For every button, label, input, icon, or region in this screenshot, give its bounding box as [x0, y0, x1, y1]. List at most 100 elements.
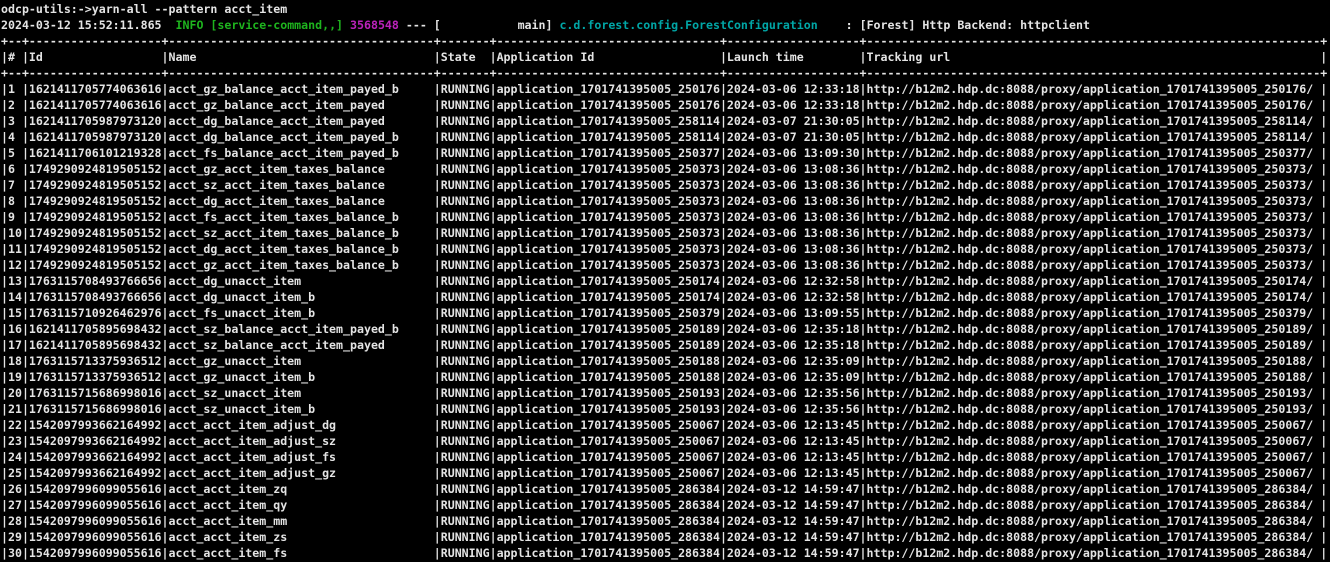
table-row-end: | — [1313, 98, 1327, 112]
table-row-cells: |19|1763115713375936512|acct_gz_unacct_i… — [1, 370, 867, 384]
tracking-url-link[interactable]: http://b12m2.hdp.dc:8088/proxy/applicati… — [867, 418, 1314, 432]
tracking-url-link[interactable]: http://b12m2.hdp.dc:8088/proxy/applicati… — [867, 402, 1314, 416]
table-row-cells: |8 |1749290924819505152|acct_dg_acct_ite… — [1, 194, 867, 208]
table-row-cells: |17|1621411705895698432|acct_sz_balance_… — [1, 338, 867, 352]
log-segment-green: INFO — [176, 18, 204, 32]
table-row-cells: |23|1542097993662164992|acct_acct_item_a… — [1, 434, 867, 448]
table-row: |7 |1749290924819505152|acct_sz_acct_ite… — [1, 177, 1330, 193]
table-row-cells: |28|1542097996099055616|acct_acct_item_m… — [1, 514, 867, 528]
table-row-end: | — [1313, 338, 1327, 352]
tracking-url-link[interactable]: http://b12m2.hdp.dc:8088/proxy/applicati… — [867, 194, 1314, 208]
tracking-url-link[interactable]: http://b12m2.hdp.dc:8088/proxy/applicati… — [867, 274, 1314, 288]
tracking-url-link[interactable]: http://b12m2.hdp.dc:8088/proxy/applicati… — [867, 258, 1314, 272]
tracking-url-link[interactable]: http://b12m2.hdp.dc:8088/proxy/applicati… — [867, 434, 1314, 448]
table-row-cells: |20|1763115715686998016|acct_sz_unacct_i… — [1, 386, 867, 400]
tracking-url-link[interactable]: http://b12m2.hdp.dc:8088/proxy/applicati… — [867, 178, 1314, 192]
table-row: |17|1621411705895698432|acct_sz_balance_… — [1, 337, 1330, 353]
table-row: |21|1763115715686998016|acct_sz_unacct_i… — [1, 401, 1330, 417]
table-row: |8 |1749290924819505152|acct_dg_acct_ite… — [1, 193, 1330, 209]
table-row-end: | — [1313, 210, 1327, 224]
log-segment-fg: 2024-03-12 15:52:11.865 — [1, 18, 176, 32]
table-row: |4 |1621411705987973120|acct_dg_balance_… — [1, 129, 1330, 145]
tracking-url-link[interactable]: http://b12m2.hdp.dc:8088/proxy/applicati… — [867, 322, 1314, 336]
log-segment-fg — [343, 18, 350, 32]
table-row-end: | — [1313, 322, 1327, 336]
table-row-end: | — [1313, 306, 1327, 320]
tracking-url-link[interactable]: http://b12m2.hdp.dc:8088/proxy/applicati… — [867, 114, 1314, 128]
tracking-url-link[interactable]: http://b12m2.hdp.dc:8088/proxy/applicati… — [867, 338, 1314, 352]
table-row-end: | — [1313, 258, 1327, 272]
table-row: |24|1542097993662164992|acct_acct_item_a… — [1, 449, 1330, 465]
table-row: |23|1542097993662164992|acct_acct_item_a… — [1, 433, 1330, 449]
table-row-cells: |29|1542097996099055616|acct_acct_item_z… — [1, 530, 867, 544]
log-segment-green: [service-command,,] — [210, 18, 343, 32]
table-row-end: | — [1313, 226, 1327, 240]
table-row-cells: |21|1763115715686998016|acct_sz_unacct_i… — [1, 402, 867, 416]
tracking-url-link[interactable]: http://b12m2.hdp.dc:8088/proxy/applicati… — [867, 82, 1314, 96]
table-row-end: | — [1313, 82, 1327, 96]
table-row-end: | — [1313, 290, 1327, 304]
table-row: |16|1621411705895698432|acct_sz_balance_… — [1, 321, 1330, 337]
table-row-end: | — [1313, 386, 1327, 400]
table-row-end: | — [1313, 450, 1327, 464]
table-row: |9 |1749290924819505152|acct_fs_acct_ite… — [1, 209, 1330, 225]
table-row-end: | — [1313, 354, 1327, 368]
table-row-cells: |6 |1749290924819505152|acct_gz_acct_ite… — [1, 162, 867, 176]
table-row-end: | — [1313, 482, 1327, 496]
table-row-cells: |7 |1749290924819505152|acct_sz_acct_ite… — [1, 178, 867, 192]
table-row-end: | — [1313, 546, 1327, 560]
table-row: |10|1749290924819505152|acct_sz_acct_ite… — [1, 225, 1330, 241]
command-line: odcp-utils:->yarn-all --pattern acct_ite… — [1, 1, 1330, 17]
table-row: |1 |1621411705774063616|acct_gz_balance_… — [1, 81, 1330, 97]
table-row: |5 |1621411706101219328|acct_fs_balance_… — [1, 145, 1330, 161]
tracking-url-link[interactable]: http://b12m2.hdp.dc:8088/proxy/applicati… — [867, 130, 1314, 144]
table-row: |30|1542097996099055616|acct_acct_item_f… — [1, 545, 1330, 561]
log-segment-fg: --- [ main] — [399, 18, 560, 32]
tracking-url-link[interactable]: http://b12m2.hdp.dc:8088/proxy/applicati… — [867, 514, 1314, 528]
table-row-cells: |4 |1621411705987973120|acct_dg_balance_… — [1, 130, 867, 144]
table-row: |11|1749290924819505152|acct_dg_acct_ite… — [1, 241, 1330, 257]
terminal-output: odcp-utils:->yarn-all --pattern acct_ite… — [1, 1, 1330, 561]
table-row: |12|1749290924819505152|acct_gz_acct_ite… — [1, 257, 1330, 273]
table-row-end: | — [1313, 274, 1327, 288]
table-row-cells: |26|1542097996099055616|acct_acct_item_z… — [1, 482, 867, 496]
yarn-applications-table: +--+-------------------+----------------… — [1, 33, 1330, 561]
tracking-url-link[interactable]: http://b12m2.hdp.dc:8088/proxy/applicati… — [867, 450, 1314, 464]
table-row-end: | — [1313, 130, 1327, 144]
tracking-url-link[interactable]: http://b12m2.hdp.dc:8088/proxy/applicati… — [867, 546, 1314, 560]
table-row: |27|1542097996099055616|acct_acct_item_q… — [1, 497, 1330, 513]
tracking-url-link[interactable]: http://b12m2.hdp.dc:8088/proxy/applicati… — [867, 98, 1314, 112]
command-text: odcp-utils:->yarn-all --pattern acct_ite… — [1, 2, 287, 16]
tracking-url-link[interactable]: http://b12m2.hdp.dc:8088/proxy/applicati… — [867, 354, 1314, 368]
log-segment-cyan: c.d.forest.config.ForestConfiguration — [559, 18, 817, 32]
tracking-url-link[interactable]: http://b12m2.hdp.dc:8088/proxy/applicati… — [867, 146, 1314, 160]
tracking-url-link[interactable]: http://b12m2.hdp.dc:8088/proxy/applicati… — [867, 498, 1314, 512]
table-row-cells: |14|1763115708493766656|acct_dg_unacct_i… — [1, 290, 867, 304]
table-row: |13|1763115708493766656|acct_dg_unacct_i… — [1, 273, 1330, 289]
table-row-end: | — [1313, 194, 1327, 208]
tracking-url-link[interactable]: http://b12m2.hdp.dc:8088/proxy/applicati… — [867, 210, 1314, 224]
tracking-url-link[interactable]: http://b12m2.hdp.dc:8088/proxy/applicati… — [867, 242, 1314, 256]
tracking-url-link[interactable]: http://b12m2.hdp.dc:8088/proxy/applicati… — [867, 466, 1314, 480]
tracking-url-link[interactable]: http://b12m2.hdp.dc:8088/proxy/applicati… — [867, 386, 1314, 400]
log-segment-fg: : [Forest] Http Backend: httpclient — [818, 18, 1090, 32]
table-row: |18|1763115713375936512|acct_gz_unacct_i… — [1, 353, 1330, 369]
table-row-end: | — [1313, 434, 1327, 448]
table-row-end: | — [1313, 466, 1327, 480]
table-border: +--+-------------------+----------------… — [1, 65, 1330, 81]
table-row: |2 |1621411705774063616|acct_gz_balance_… — [1, 97, 1330, 113]
tracking-url-link[interactable]: http://b12m2.hdp.dc:8088/proxy/applicati… — [867, 162, 1314, 176]
table-row: |3 |1621411705987973120|acct_dg_balance_… — [1, 113, 1330, 129]
tracking-url-link[interactable]: http://b12m2.hdp.dc:8088/proxy/applicati… — [867, 482, 1314, 496]
table-row-end: | — [1313, 370, 1327, 384]
tracking-url-link[interactable]: http://b12m2.hdp.dc:8088/proxy/applicati… — [867, 306, 1314, 320]
tracking-url-link[interactable]: http://b12m2.hdp.dc:8088/proxy/applicati… — [867, 226, 1314, 240]
table-row: |19|1763115713375936512|acct_gz_unacct_i… — [1, 369, 1330, 385]
table-row-cells: |10|1749290924819505152|acct_sz_acct_ite… — [1, 226, 867, 240]
terminal-window[interactable]: odcp-utils:->yarn-all --pattern acct_ite… — [0, 0, 1330, 562]
table-row-cells: |2 |1621411705774063616|acct_gz_balance_… — [1, 98, 867, 112]
log-segment-magenta: 3568548 — [350, 18, 399, 32]
tracking-url-link[interactable]: http://b12m2.hdp.dc:8088/proxy/applicati… — [867, 370, 1314, 384]
tracking-url-link[interactable]: http://b12m2.hdp.dc:8088/proxy/applicati… — [867, 530, 1314, 544]
tracking-url-link[interactable]: http://b12m2.hdp.dc:8088/proxy/applicati… — [867, 290, 1314, 304]
